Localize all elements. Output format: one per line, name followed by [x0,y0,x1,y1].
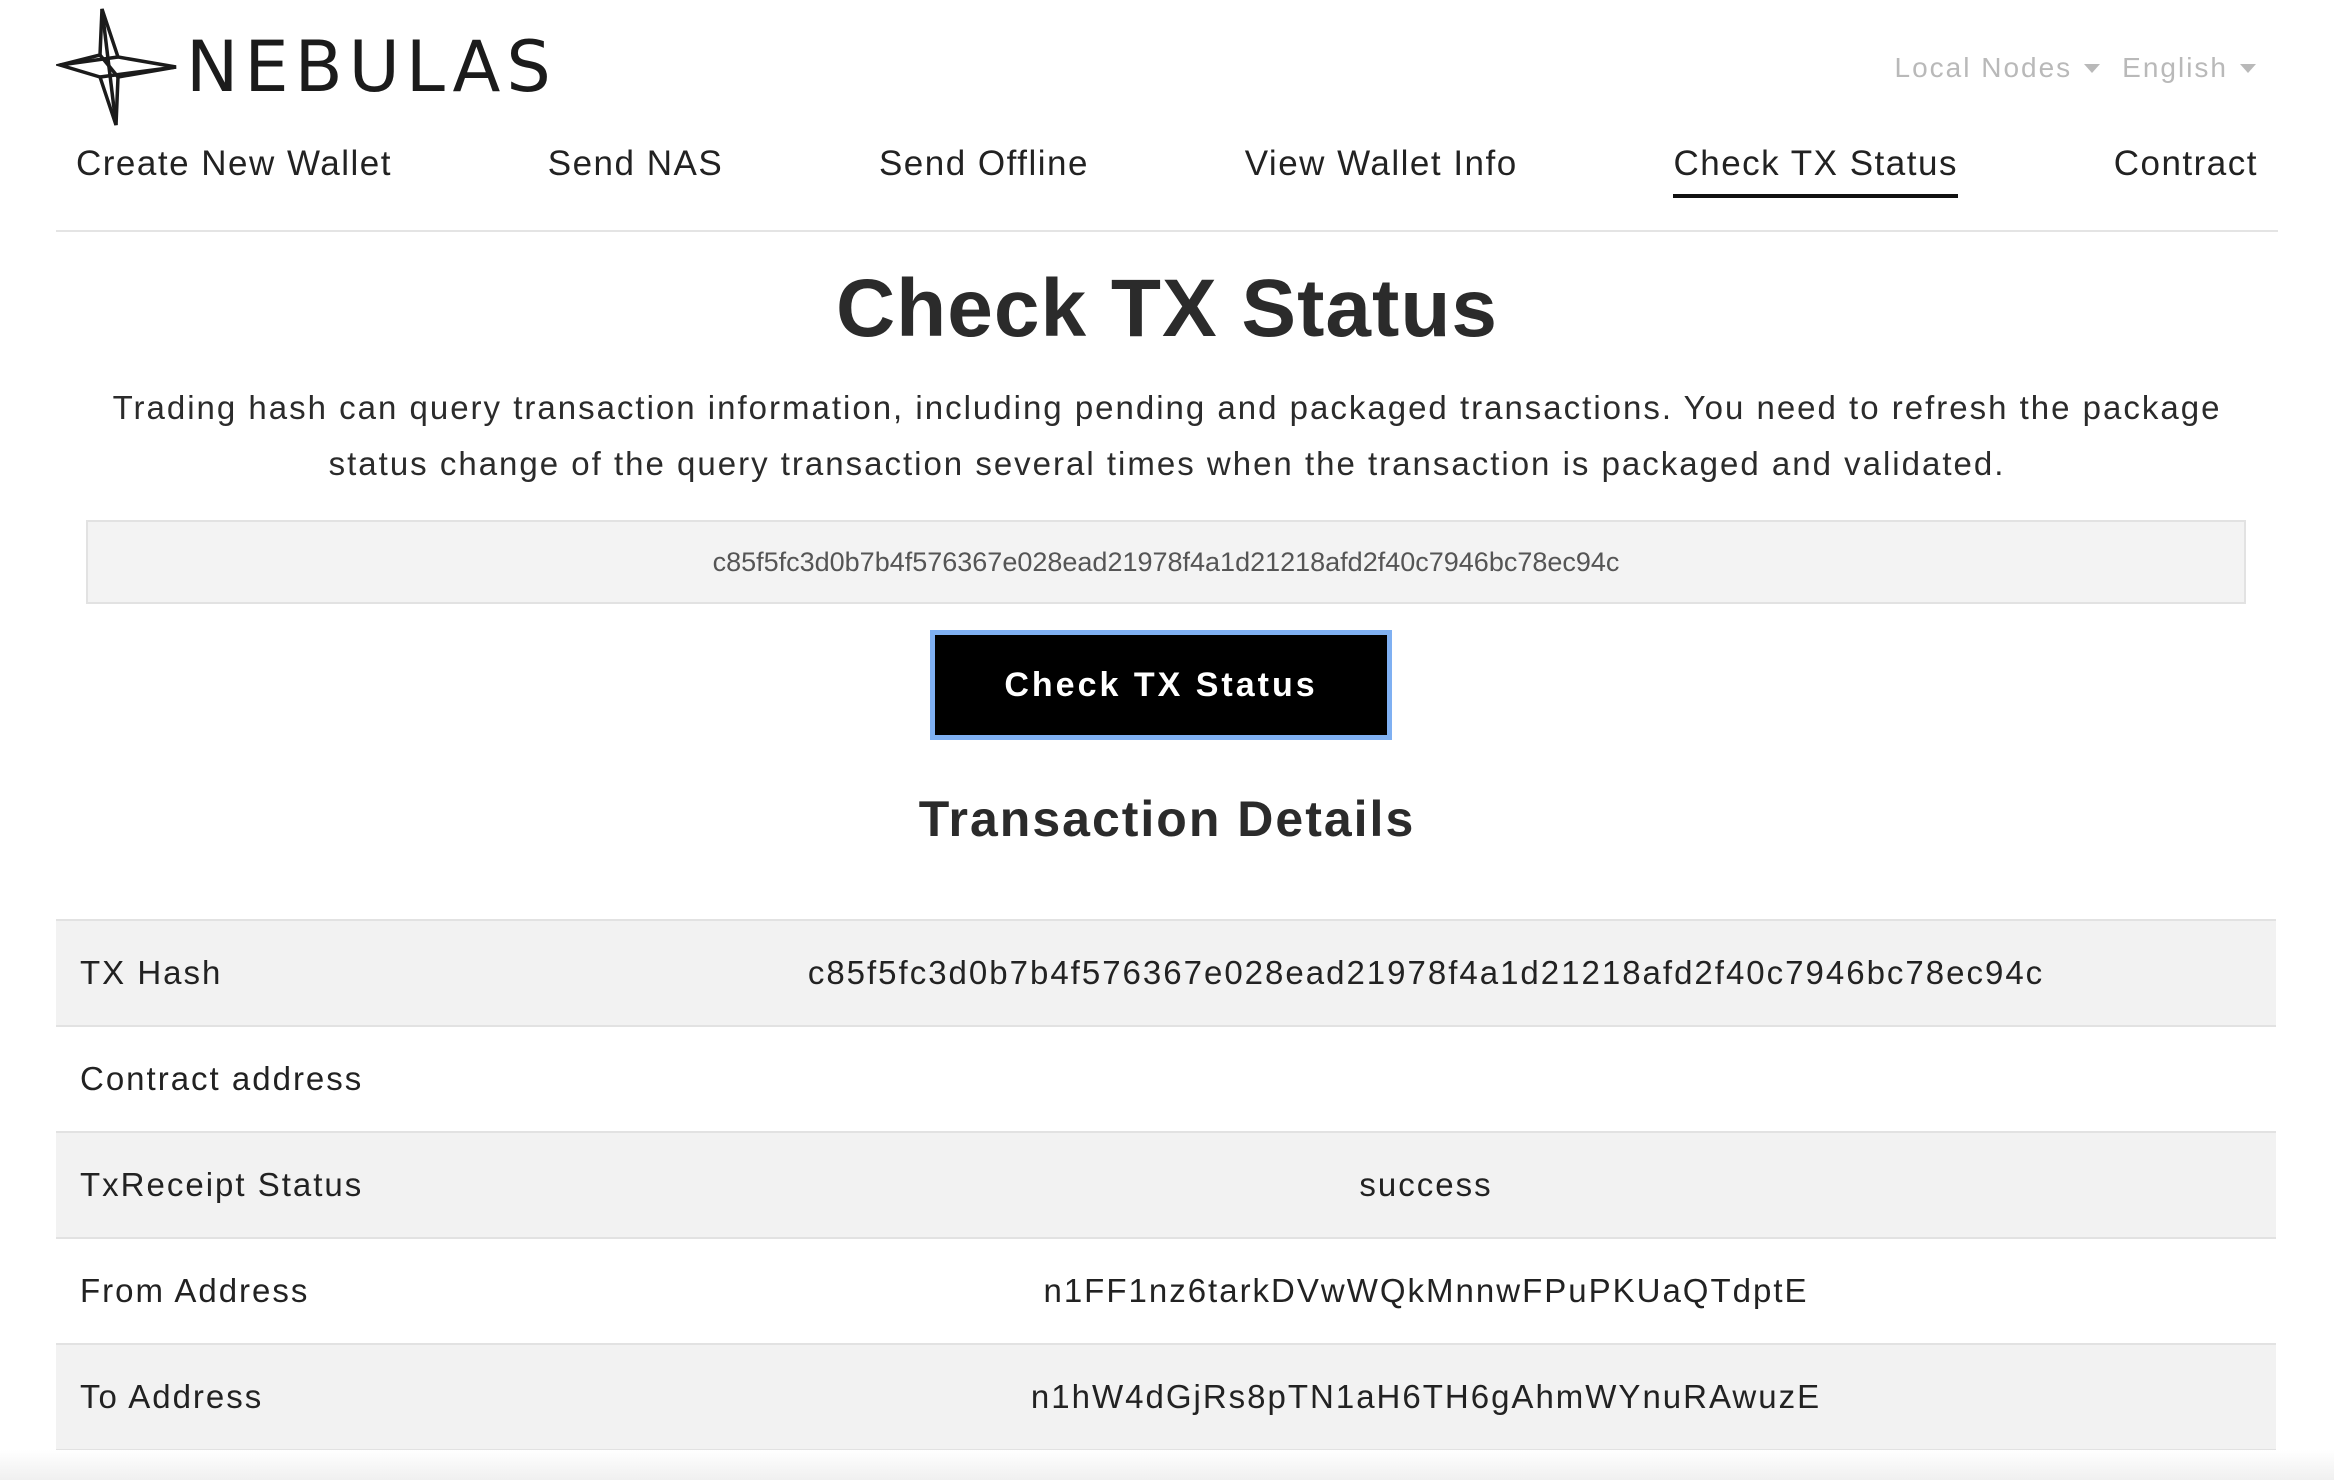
row-label: Contract address [80,1060,364,1097]
top-right-controls: Local Nodes English [1895,52,2256,84]
bottom-fade [0,1450,2334,1480]
row-value: success [1359,1166,1493,1203]
brand-name: NEBULAS [186,26,557,108]
page-description: Trading hash can query transaction infor… [90,380,2244,492]
description-line-1: Trading hash can query transaction infor… [112,389,2222,426]
nav-contract[interactable]: Contract [2114,144,2258,198]
transaction-details-table: TX Hash c85f5fc3d0b7b4f576367e028ead2197… [56,919,2276,1451]
node-selector[interactable]: Local Nodes [1895,52,2101,84]
row-value: n1FF1nz6tarkDVwWQkMnnwFPuPKUaQTdptE [1043,1272,1809,1309]
nav-create-new-wallet[interactable]: Create New Wallet [76,144,392,198]
page-title: Check TX Status [835,263,1499,354]
nebulas-star-icon [56,8,177,126]
tx-hash-input[interactable] [86,520,2246,604]
table-row-txreceipt-status: TxReceipt Status success [56,1133,2276,1239]
table-row-from-address: From Address n1FF1nz6tarkDVwWQkMnnwFPuPK… [56,1239,2276,1345]
brand-logo[interactable]: NEBULAS [56,8,557,126]
row-value: c85f5fc3d0b7b4f576367e028ead21978f4a1d21… [807,954,2045,991]
page: NEBULAS Local Nodes English Create New W… [0,0,2334,1480]
language-selector[interactable]: English [2122,52,2256,84]
table-row-to-address: To Address n1hW4dGjRs8pTN1aH6TH6gAhmWYnu… [56,1345,2276,1451]
header: NEBULAS Local Nodes English Create New W… [56,0,2278,232]
description-line-2: status change of the query transaction s… [328,445,2006,482]
nav-view-wallet-info[interactable]: View Wallet Info [1245,144,1518,198]
chevron-down-icon [2084,63,2101,73]
row-value: n1hW4dGjRs8pTN1aH6TH6gAhmWYnuRAwuzE [1030,1378,1822,1415]
node-selector-label: Local Nodes [1894,52,2073,83]
transaction-details-title: Transaction Details [918,791,1416,847]
language-selector-label: English [2122,52,2228,83]
row-label: From Address [80,1272,310,1309]
row-label: To Address [80,1378,264,1415]
main-nav: Create New Wallet Send NAS Send Offline … [56,144,2278,198]
nav-check-tx-status[interactable]: Check TX Status [1673,144,1958,198]
nav-send-nas[interactable]: Send NAS [548,144,723,198]
nav-send-offline[interactable]: Send Offline [879,144,1089,198]
table-row-contract-address: Contract address [56,1027,2276,1133]
chevron-down-icon [2240,63,2256,73]
check-tx-status-button[interactable]: Check TX Status [930,630,1392,740]
row-label: TX Hash [80,954,223,991]
row-label: TxReceipt Status [80,1166,364,1203]
table-row-tx-hash: TX Hash c85f5fc3d0b7b4f576367e028ead2197… [56,921,2276,1027]
